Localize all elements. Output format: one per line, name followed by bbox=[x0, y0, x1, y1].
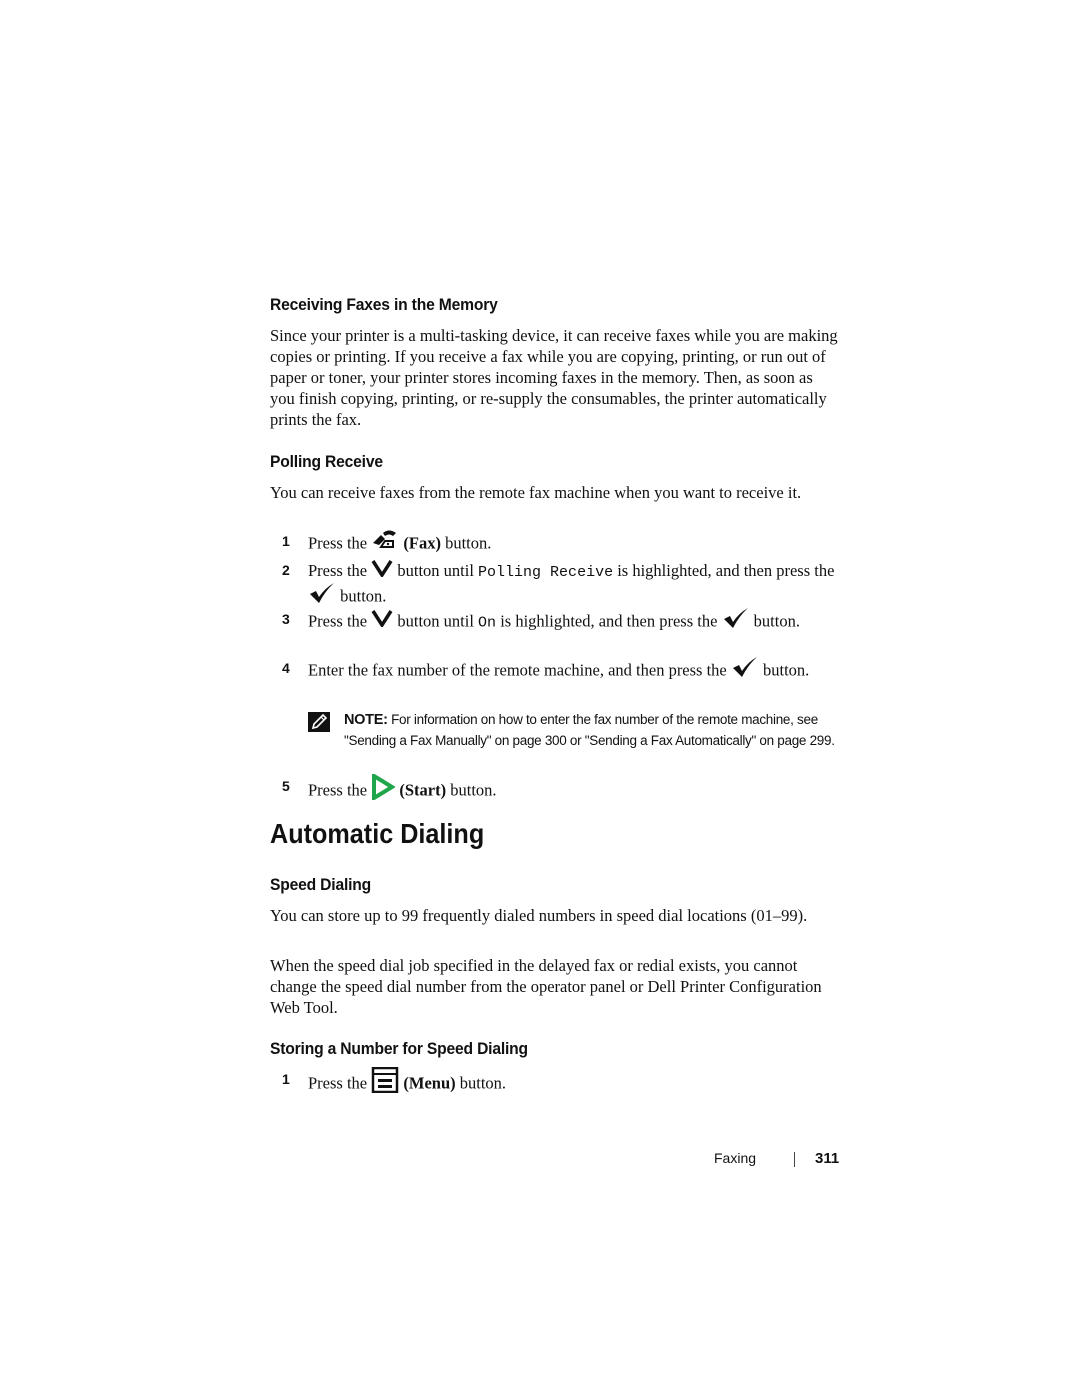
menu-icon bbox=[371, 1066, 399, 1098]
start-label: (Start) bbox=[399, 780, 447, 800]
step-text: Press the bbox=[308, 533, 368, 553]
paragraph-receiving-memory: Since your printer is a multi-tasking de… bbox=[270, 326, 838, 429]
step-text: Enter the fax number of the remote machi… bbox=[308, 660, 727, 680]
paragraph-speed-dialing-restriction: When the speed dial job specified in the… bbox=[270, 956, 822, 1017]
down-arrow-icon bbox=[371, 609, 393, 632]
step-text: Press the bbox=[308, 561, 368, 580]
check-icon bbox=[731, 656, 759, 683]
step-number: 4 bbox=[282, 660, 290, 676]
heading-storing-number: Storing a Number for Speed Dialing bbox=[270, 1039, 528, 1058]
heading-polling-receive: Polling Receive bbox=[270, 452, 383, 471]
step-number: 1 bbox=[282, 1071, 290, 1087]
menu-item-code: Polling Receive bbox=[478, 564, 614, 581]
footer-divider bbox=[794, 1152, 795, 1167]
step-text-end: button. bbox=[450, 780, 497, 800]
menu-label: (Menu) bbox=[403, 1073, 456, 1093]
step-number: 3 bbox=[282, 611, 290, 627]
heading-automatic-dialing: Automatic Dialing bbox=[270, 818, 485, 849]
footer-section-title: Faxing bbox=[714, 1150, 757, 1166]
heading-speed-dialing: Speed Dialing bbox=[270, 875, 372, 894]
fax-label: (Fax) bbox=[403, 533, 441, 553]
step-text-end: button. bbox=[753, 611, 800, 631]
step-number: 1 bbox=[282, 533, 290, 549]
step-text: Press the bbox=[308, 780, 368, 800]
step-text: is highlighted, and then press the bbox=[617, 561, 835, 580]
step-number: 5 bbox=[282, 778, 290, 794]
step-text: Press the bbox=[308, 611, 368, 631]
step-text: button until bbox=[397, 611, 474, 631]
step-text: button until bbox=[397, 561, 474, 580]
step-text: Press the bbox=[308, 1073, 368, 1093]
check-icon bbox=[308, 582, 336, 609]
step-text-end: button. bbox=[340, 586, 387, 605]
step-number: 2 bbox=[282, 562, 290, 578]
step-text-end: button. bbox=[459, 1073, 507, 1093]
paragraph-speed-dialing-capacity: You can store up to 99 frequently dialed… bbox=[270, 906, 808, 925]
step-text-end: button. bbox=[763, 660, 810, 680]
menu-item-code: On bbox=[478, 614, 497, 632]
fax-icon bbox=[371, 529, 399, 556]
note-text: For information on how to enter the fax … bbox=[344, 712, 835, 748]
paragraph-polling-receive: You can receive faxes from the remote fa… bbox=[270, 483, 802, 502]
check-icon bbox=[722, 607, 750, 634]
down-arrow-icon bbox=[371, 559, 393, 582]
step-text: is highlighted, and then press the bbox=[500, 611, 718, 631]
pencil-note-icon bbox=[308, 712, 330, 732]
note-label: NOTE: bbox=[344, 712, 388, 728]
start-icon bbox=[371, 772, 397, 805]
page-number: 311 bbox=[815, 1150, 840, 1167]
heading-receiving-faxes-memory: Receiving Faxes in the Memory bbox=[270, 295, 498, 314]
step-text-end: button. bbox=[445, 533, 492, 553]
